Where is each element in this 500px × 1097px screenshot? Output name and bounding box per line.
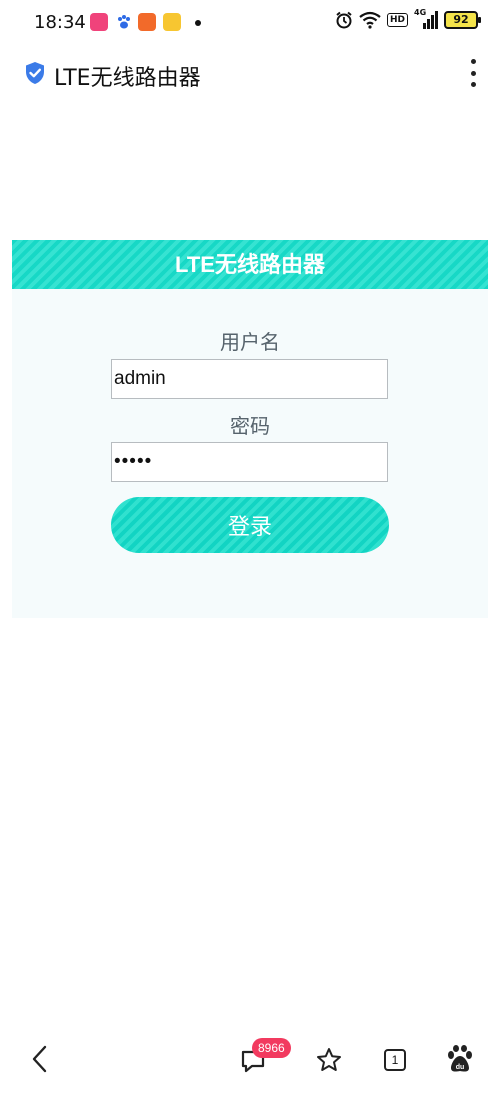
network-type-label: 4G [414,8,427,17]
login-panel: LTE无线路由器 用户名 密码 登录 [12,240,488,618]
page-title: LTE无线路由器 [54,66,201,91]
star-icon[interactable] [315,1046,343,1074]
username-input[interactable] [111,359,388,399]
battery-indicator: 92 [444,11,481,29]
baidu-paw-icon[interactable]: du [446,1044,474,1074]
baidu-paw-notification-icon [118,15,130,29]
comments-count-badge: 8966 [252,1038,291,1058]
browser-header: LTE无线路由器 [0,52,500,96]
password-label: 密码 [230,414,270,438]
more-notifications-dot [195,20,201,26]
app-notification-icon [138,13,156,31]
status-bar: 18:34 HD 4G 92 [0,0,500,46]
password-input[interactable] [111,442,388,482]
login-button[interactable]: 登录 [111,497,389,553]
status-time: 18:34 [34,12,86,33]
status-right-group: HD 4G 92 [335,8,481,29]
username-label: 用户名 [220,330,280,354]
wifi-icon [359,11,381,29]
shield-check-icon [26,62,44,84]
more-options-icon[interactable] [468,59,478,87]
svg-text:du: du [456,1064,465,1071]
hd-indicator: HD [386,13,408,27]
cellular-signal-icon: 4G [414,8,438,29]
back-icon[interactable] [30,1044,50,1074]
login-banner-title: LTE无线路由器 [12,240,488,289]
mail-notification-icon [163,13,181,31]
alarm-icon [336,11,352,29]
app-notification-icon [90,13,108,31]
bottom-nav: 8966 1 du [0,1030,500,1090]
tabs-count-button[interactable]: 1 [384,1049,406,1071]
